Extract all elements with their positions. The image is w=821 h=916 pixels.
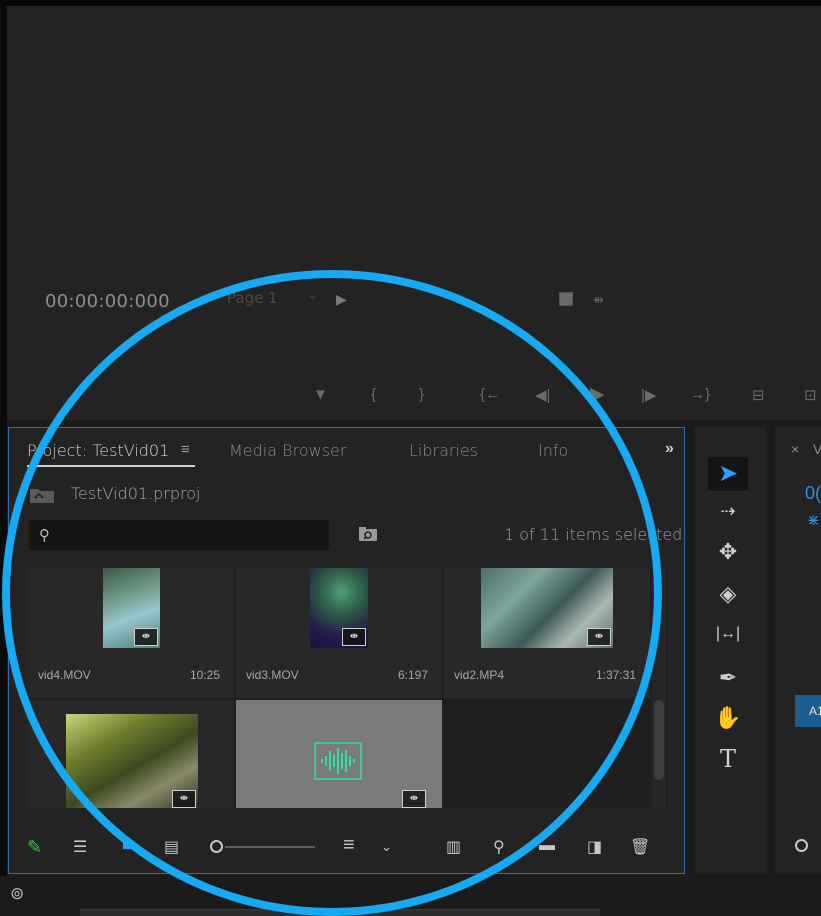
icon-view-icon[interactable]: ■ — [122, 837, 132, 855]
media-grid: ⇼ vid4.MOV 10:25 ⇼ vid3.MOV 6:197 ⇼ vid2… — [28, 568, 668, 808]
media-tile-vid2[interactable]: ⇼ vid2.MP4 1:37:31 — [444, 568, 650, 698]
tab-project[interactable]: Project: TestVid01 — [27, 441, 169, 460]
folder-up-icon[interactable] — [29, 486, 55, 504]
video-audio-badge-icon: ⇼ — [172, 790, 196, 808]
media-duration: 10:25 — [189, 668, 220, 682]
left-border — [0, 6, 7, 916]
project-file-name: TestVid01.prproj — [71, 484, 201, 503]
pen-tool-icon[interactable]: ✒ — [712, 665, 744, 691]
play-icon[interactable]: ▶ — [336, 291, 347, 308]
lift-button[interactable]: ⊟ — [752, 386, 765, 404]
export-frame-icon[interactable] — [559, 292, 573, 306]
media-tile-clip4[interactable]: ⇼ — [28, 700, 234, 808]
media-name: vid3.MOV — [246, 668, 299, 682]
timeline-timecode[interactable]: 0( — [805, 483, 821, 504]
video-audio-badge-icon: ⇼ — [402, 790, 426, 808]
video-audio-badge-icon: ⇼ — [587, 628, 611, 646]
trash-icon[interactable]: 🗑 — [630, 837, 650, 857]
timeline-panel: × V 0( ⋇ A1 — [775, 427, 821, 874]
tab-libraries[interactable]: Libraries — [409, 441, 478, 460]
audio-waveform-icon — [314, 742, 362, 780]
zoom-slider[interactable] — [225, 846, 315, 848]
status-strip — [80, 909, 600, 916]
selection-tool-icon[interactable]: ➤ — [708, 457, 748, 491]
media-tile-vid3[interactable]: ⇼ vid3.MOV 6:197 — [236, 568, 442, 698]
media-name: vid2.MP4 — [454, 668, 505, 682]
ripple-edit-tool-icon[interactable]: ✥ — [712, 539, 744, 565]
list-view-icon[interactable]: ☰ — [73, 837, 87, 857]
slip-tool-icon[interactable]: |↔| — [712, 625, 744, 643]
close-icon[interactable]: × — [791, 441, 799, 457]
page-label: Page 1 — [227, 289, 278, 307]
go-to-out-button[interactable]: →} — [690, 386, 710, 403]
trim-icon[interactable]: ⇻ — [593, 292, 604, 308]
chevron-down-icon: ⌄ — [307, 288, 318, 303]
status-bar: ⊚ — [0, 876, 821, 916]
creative-cloud-icon[interactable]: ⊚ — [10, 884, 24, 904]
selection-status: 1 of 11 items selected — [504, 525, 683, 544]
video-audio-badge-icon: ⇼ — [134, 628, 158, 646]
active-tab-indicator — [27, 465, 195, 467]
snap-icon[interactable]: ⋇ — [807, 511, 820, 529]
extract-button[interactable]: ⊡ — [804, 386, 817, 404]
zoom-slider-knob[interactable] — [210, 840, 223, 853]
type-tool-icon[interactable]: T — [712, 745, 744, 773]
panel-menu-icon[interactable]: ≡ — [181, 441, 190, 458]
new-item-icon[interactable]: ◨ — [587, 837, 602, 857]
sequence-tab-label[interactable]: V — [813, 441, 821, 457]
program-monitor: 00:00:00:000 Page 1 ⌄ ▶ ⇻ ▼ { } {← ◀| ▶ … — [7, 6, 821, 420]
freeform-view-icon[interactable]: ▤ — [164, 837, 179, 857]
project-panel: Project: TestVid01 ≡ Media Browser Libra… — [8, 427, 685, 874]
find-icon[interactable]: ⚲ — [493, 837, 505, 857]
go-to-in-button[interactable]: {← — [480, 386, 500, 403]
tab-info[interactable]: Info — [538, 441, 568, 460]
media-tile-audio[interactable]: ⇼ — [236, 700, 442, 808]
sort-icon[interactable]: ≡ — [343, 834, 355, 857]
page-selector[interactable]: Page 1 ⌄ — [227, 288, 327, 311]
pencil-icon[interactable]: ✎ — [27, 837, 42, 858]
media-duration: 1:37:31 — [595, 668, 636, 682]
razor-tool-icon[interactable]: ◈ — [712, 581, 744, 607]
search-box[interactable]: ⚲ — [29, 520, 329, 550]
step-back-button[interactable]: ◀| — [535, 386, 550, 404]
tab-media-browser[interactable]: Media Browser — [229, 441, 346, 460]
timeline-zoom-knob[interactable] — [795, 839, 808, 852]
playhead-timecode[interactable]: 00:00:00:000 — [45, 291, 170, 312]
media-duration: 6:197 — [397, 668, 428, 682]
new-search-bin-icon[interactable] — [358, 526, 378, 542]
mark-out-button[interactable]: } — [419, 386, 424, 403]
media-tile-vid4[interactable]: ⇼ vid4.MOV 10:25 — [28, 568, 234, 698]
search-icon: ⚲ — [39, 527, 50, 544]
track-select-tool-icon[interactable]: ⇢ — [712, 501, 744, 522]
media-name: vid4.MOV — [38, 668, 91, 682]
search-input[interactable] — [61, 524, 321, 546]
mark-in-button[interactable]: { — [371, 386, 376, 403]
tab-overflow-icon[interactable]: » — [665, 440, 674, 458]
play-button[interactable]: ▶ — [590, 383, 605, 406]
track-a1-target[interactable]: A1 — [795, 695, 821, 727]
grid-scrollbar-thumb[interactable] — [654, 700, 664, 780]
add-marker-button[interactable]: ▼ — [313, 386, 328, 403]
tools-panel: ➤ ⇢ ✥ ◈ |↔| ✒ ✋ T — [694, 427, 766, 874]
video-audio-badge-icon: ⇼ — [342, 628, 366, 646]
step-forward-button[interactable]: |▶ — [641, 386, 656, 404]
chevron-down-icon[interactable]: ⌄ — [381, 839, 392, 855]
automate-to-sequence-icon[interactable]: ▥ — [446, 837, 461, 857]
hand-tool-icon[interactable]: ✋ — [712, 705, 744, 731]
new-bin-icon[interactable]: ▬ — [539, 837, 555, 855]
